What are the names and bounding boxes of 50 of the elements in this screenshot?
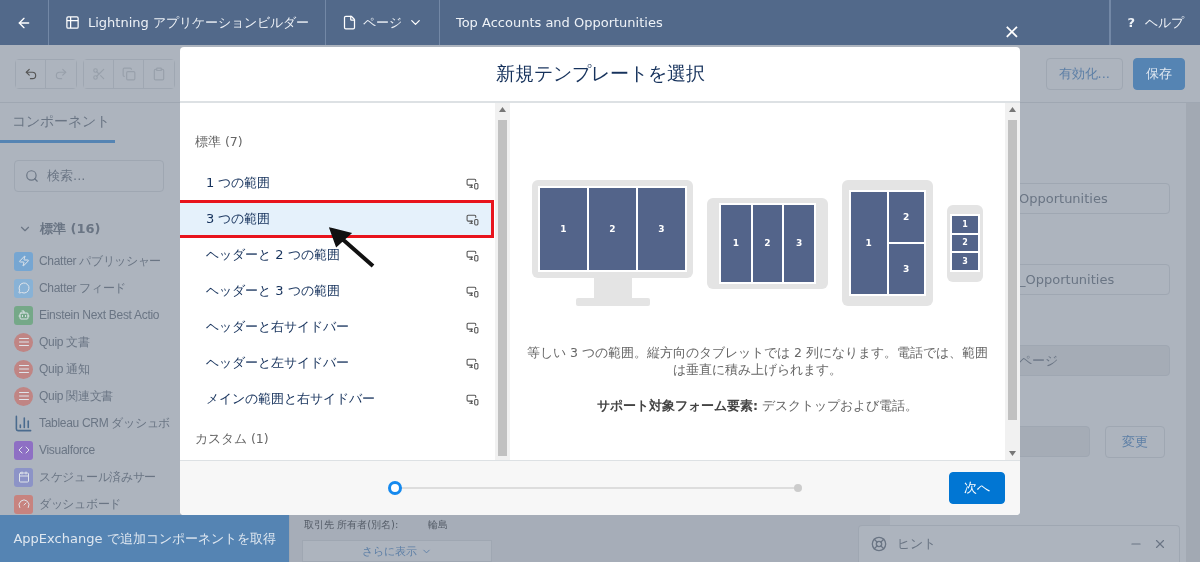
template-item[interactable]: ヘッダーと左サイドバー [180, 345, 493, 381]
change-button[interactable]: 変更 [1105, 426, 1165, 458]
region-label: 1 [721, 204, 751, 282]
component-item[interactable]: Chatter フィード [39, 279, 127, 297]
template-item[interactable]: ヘッダーと 3 つの範囲 [180, 273, 493, 309]
template-item[interactable]: メインの範囲と右サイドバー [180, 381, 493, 417]
region-label: 3 [784, 204, 814, 282]
section-heading: 標準 (7) [194, 134, 244, 151]
region-label: 3 [638, 188, 685, 270]
show-more-button[interactable]: さらに表示 [302, 540, 492, 562]
dialog-title: 新規テンプレートを選択 [495, 61, 705, 86]
search-field[interactable]: 検索... [14, 160, 164, 192]
region-label: 1 [952, 216, 978, 233]
region-label: 2 [589, 188, 636, 270]
region-label: 3 [952, 253, 978, 270]
region-label: 1 [540, 188, 587, 270]
help-link[interactable]: ? ヘルプ [1110, 0, 1200, 45]
component-item[interactable]: Tableau CRM ダッシュボ [39, 414, 170, 432]
hint-title: ヒント [897, 535, 937, 553]
component-item[interactable]: スケジュール済みサー [39, 468, 156, 486]
region-label: 1 [851, 192, 887, 294]
page-menu[interactable]: ページ [362, 13, 402, 32]
region-label: 3 [888, 244, 924, 294]
template-item[interactable]: ヘッダーと 2 つの範囲 [180, 237, 493, 273]
template-item[interactable]: 3 つの範囲 [180, 201, 493, 237]
page-name: Top Accounts and Opportunities [455, 15, 663, 30]
region-label: 2 [952, 234, 978, 252]
app-title: Lightning アプリケーションビルダー [88, 13, 309, 32]
components-tab[interactable]: コンポーネント [0, 103, 115, 143]
component-item[interactable]: Visualforce [39, 443, 95, 457]
appexchange-button[interactable]: AppExchange で追加コンポーネントを取得 [0, 515, 289, 562]
region-label: 2 [888, 192, 924, 242]
save-button[interactable]: 保存 [1133, 57, 1185, 90]
field-label: 取引先 所有者(別名): [304, 518, 399, 532]
next-button[interactable]: 次へ [949, 472, 1005, 504]
component-item[interactable]: Quip 関連文書 [39, 387, 113, 405]
supported-forms-text: サポート対象フォーム要素: デスクトップおよび電話。 [597, 398, 918, 415]
template-item[interactable]: ヘッダーと右サイドバー [180, 309, 493, 345]
activate-button[interactable]: 有効化... [1045, 57, 1123, 90]
region-label: 2 [752, 204, 783, 282]
component-item[interactable]: ダッシュボード [39, 495, 121, 513]
component-item[interactable]: Quip 通知 [39, 360, 90, 378]
component-item[interactable]: Einstein Next Best Actio [39, 308, 160, 322]
close-button[interactable]: × [1001, 20, 1023, 42]
template-item[interactable]: 1 つの範囲 [180, 165, 493, 201]
section-heading: カスタム (1) [194, 431, 270, 448]
field-value: 輪島 [428, 518, 449, 532]
component-item[interactable]: Quip 文書 [39, 333, 90, 351]
group-heading: 標準 (16) [40, 220, 101, 238]
component-item[interactable]: Chatter パブリッシャー [39, 252, 162, 270]
